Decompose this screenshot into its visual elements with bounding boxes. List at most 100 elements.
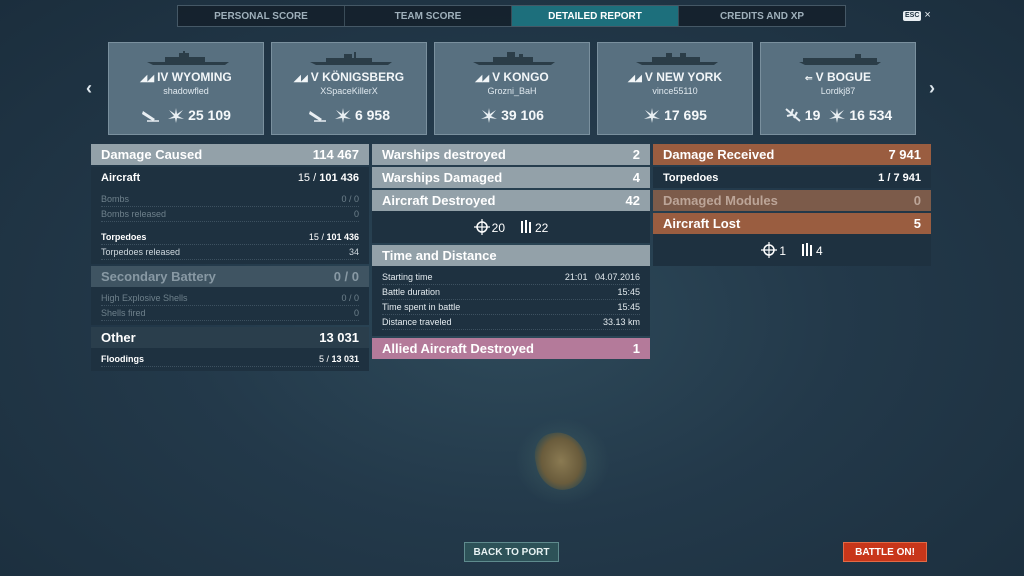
damage-burst-icon xyxy=(644,108,661,123)
battle-duration-value: 15:45 xyxy=(617,287,640,297)
ship-card[interactable]: ◢◢ V KÖNIGSBERG XSpaceKillerX 6 958 xyxy=(271,42,427,135)
ship-tier: IV xyxy=(157,70,169,84)
secondary-battery-label: Secondary Battery xyxy=(101,269,216,284)
ship-name: WYOMING xyxy=(171,70,232,84)
damage-caused-label: Damage Caused xyxy=(101,147,203,162)
lost-squadron-count: 4 xyxy=(816,244,823,258)
allied-aircraft-row: Allied Aircraft Destroyed 1 xyxy=(372,338,650,359)
ship-silhouette-icon xyxy=(799,54,881,65)
aircraft-destroyed-row: Aircraft Destroyed 42 xyxy=(372,190,650,211)
ship-name: BOGUE xyxy=(826,70,871,84)
aircraft-lost-label: Aircraft Lost xyxy=(663,216,741,231)
aircraft-value: 19 xyxy=(804,107,821,123)
ship-card[interactable]: ◢◢ V KONGO Grozni_BaH 39 106 xyxy=(434,42,590,135)
other-header: Other 13 031 xyxy=(91,327,369,348)
time-in-battle-label: Time spent in battle xyxy=(382,302,461,312)
other-label: Other xyxy=(101,330,136,345)
aircraft-destroyed-value: 42 xyxy=(625,193,640,208)
ship-card[interactable]: ◢◢ IV WYOMING shadowfled 25 109 xyxy=(108,42,264,135)
ship-card[interactable]: ⇐ V BOGUE Lordkj87 19 16 534 xyxy=(760,42,916,135)
ship-card[interactable]: ◢◢ V NEW YORK vince55110 17 695 xyxy=(597,42,753,135)
torpedoes-released-value: 34 xyxy=(348,247,359,257)
player-name: XSpaceKillerX xyxy=(320,86,378,96)
tab-team-score[interactable]: TEAM SCORE xyxy=(345,6,512,26)
sunk-ship-icon xyxy=(308,111,326,122)
secondary-battery-header: Secondary Battery 0 / 0 xyxy=(91,266,369,287)
damage-burst-icon xyxy=(481,108,498,123)
floodings-label: Floodings xyxy=(101,354,144,364)
damage-value: 6 958 xyxy=(354,107,391,123)
damaged-modules-value: 0 xyxy=(913,193,921,208)
damage-received-panel: Damage Received 7 941 Torpedoes 1 / 7 94… xyxy=(653,144,931,266)
distance-value: 33.13 km xyxy=(602,317,640,327)
damage-received-header: Damage Received 7 941 xyxy=(653,144,931,165)
damage-received-value: 7 941 xyxy=(888,147,921,162)
player-name: Grozni_BaH xyxy=(487,86,537,96)
tab-credits-and-xp[interactable]: CREDITS AND XP xyxy=(679,6,845,26)
aircraft-label: Aircraft xyxy=(101,171,141,184)
damage-caused-header: Damage Caused 114 467 xyxy=(91,144,369,165)
time-in-battle-value: 15:45 xyxy=(617,302,640,312)
warships-destroyed-row: Warships destroyed 2 xyxy=(372,144,650,165)
secondary-details: High Explosive Shells 0 / 0 Shells fired 0 xyxy=(91,287,369,325)
time-distance-header: Time and Distance xyxy=(372,245,650,266)
damaged-modules-row: Damaged Modules 0 xyxy=(653,190,931,211)
warships-damaged-row: Warships Damaged 4 xyxy=(372,167,650,188)
battleship-icon: ◢◢ xyxy=(628,73,642,83)
crosshair-icon xyxy=(761,242,778,258)
warships-destroyed-label: Warships destroyed xyxy=(382,147,506,162)
crosshair-icon xyxy=(473,219,490,235)
battleship-icon: ◢◢ xyxy=(140,73,155,83)
torpedoes-hits: 15 xyxy=(308,232,319,242)
prev-arrow-icon[interactable]: ‹ xyxy=(86,78,92,99)
aircraft-destroyed-breakdown: 20 22 xyxy=(372,211,650,243)
aircraft-details: Bombs 0 / 0 Bombs released 0 Torpedoes 15 /… xyxy=(91,188,369,264)
ship-name: KÖNIGSBERG xyxy=(322,70,405,84)
bombs-label: Bombs xyxy=(101,194,130,204)
ship-silhouette-icon xyxy=(636,53,718,65)
damage-caused-value: 114 467 xyxy=(312,147,359,162)
aircraft-lost-value: 5 xyxy=(913,216,921,231)
shot-down-count: 20 xyxy=(491,221,505,235)
time-distance-details: Starting time 21:01 04.07.2016 Battle dur… xyxy=(372,266,650,336)
ship-silhouette-icon xyxy=(310,52,392,65)
esc-key-label: ESC xyxy=(903,10,922,21)
damaged-modules-label: Damaged Modules xyxy=(663,193,778,208)
battle-on-button[interactable]: BATTLE ON! xyxy=(843,542,927,562)
shells-fired-value: 0 xyxy=(353,308,359,318)
aircraft-lost-row: Aircraft Lost 5 xyxy=(653,213,931,234)
battleship-icon: ◢◢ xyxy=(475,73,490,83)
sunk-ship-icon xyxy=(142,111,160,122)
ship-silhouette-icon xyxy=(147,51,229,65)
torpedoes-released-label: Torpedoes released xyxy=(101,247,181,257)
torpedoes-label: Torpedoes xyxy=(101,232,147,242)
damage-value: 17 695 xyxy=(664,107,707,123)
floodings-count: 5 xyxy=(318,354,324,364)
tab-detailed-report[interactable]: DETAILED REPORT xyxy=(512,6,679,26)
back-to-port-button[interactable]: BACK TO PORT xyxy=(464,542,559,562)
torpedoes-damage: 101 436 xyxy=(326,232,359,242)
bombs-released-label: Bombs released xyxy=(101,209,167,219)
aircraft-destroyed-label: Aircraft Destroyed xyxy=(382,193,496,208)
player-name: shadowfled xyxy=(163,86,209,96)
shells-fired-label: Shells fired xyxy=(101,308,146,318)
floodings-damage: 13 031 xyxy=(331,354,359,364)
next-arrow-icon[interactable]: › xyxy=(929,78,935,99)
aircraft-shot-down-icon xyxy=(785,108,801,122)
tab-personal-score[interactable]: PERSONAL SCORE xyxy=(178,6,345,26)
close-button[interactable]: ESC × xyxy=(903,10,931,21)
player-name: vince55110 xyxy=(652,86,698,96)
aircraft-lost-breakdown: 1 4 xyxy=(653,234,931,266)
other-details: Floodings 5 / 13 031 xyxy=(91,348,369,371)
damage-received-label: Damage Received xyxy=(663,147,775,162)
bombs-released-value: 0 xyxy=(353,209,359,219)
warships-damaged-label: Warships Damaged xyxy=(382,170,503,185)
warships-damaged-value: 4 xyxy=(632,170,640,185)
warships-destroyed-value: 2 xyxy=(632,147,640,162)
close-icon[interactable]: × xyxy=(924,10,930,21)
starting-time-label: Starting time xyxy=(382,272,433,282)
aircraft-row: Aircraft 15 / 101 436 xyxy=(91,167,369,188)
allied-aircraft-value: 1 xyxy=(632,341,640,356)
aircraft-hits: 15 xyxy=(297,171,311,184)
squadron-icon xyxy=(521,220,531,233)
